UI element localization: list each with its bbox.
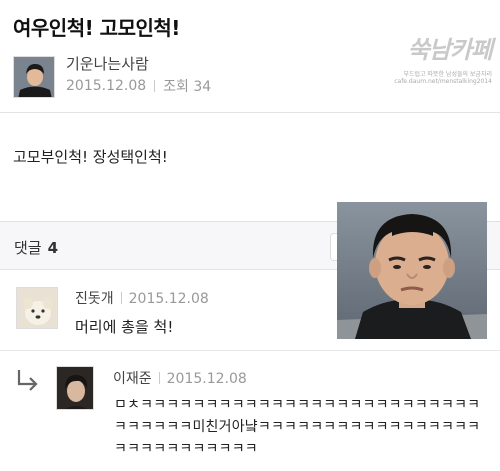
comment-date: 2015.12.08 bbox=[128, 291, 209, 307]
comment-meta: 이재준 2015.12.08 bbox=[113, 368, 247, 388]
post-meta: 2015.12.08 조회 34 bbox=[66, 76, 211, 96]
reply-item: 이재준 2015.12.08 ㅁㅊㅋㅋㅋㅋㅋㅋㅋㅋㅋㅋㅋㅋㅋㅋㅋㅋㅋㅋㅋㅋㅋㅋㅋㅋ… bbox=[0, 352, 500, 471]
cafe-logo-tagline: 부드럽고 따뜻한 남성들의 보금자리 bbox=[403, 71, 492, 78]
post-date: 2015.12.08 bbox=[66, 78, 147, 94]
meta-divider bbox=[158, 372, 160, 384]
author-avatar[interactable] bbox=[13, 56, 55, 98]
comment-text: ㅁㅊㅋㅋㅋㅋㅋㅋㅋㅋㅋㅋㅋㅋㅋㅋㅋㅋㅋㅋㅋㅋㅋㅋㅋㅋㅋㅋㅋㅋㅋㅋㅋㅋ미친거아냨ㅋ… bbox=[114, 397, 481, 457]
commenter-name[interactable]: 이재준 bbox=[113, 371, 152, 387]
author-name[interactable]: 기운나는사람 bbox=[66, 53, 149, 74]
post-views: 조회 34 bbox=[163, 79, 212, 95]
reply-arrow-icon bbox=[17, 370, 38, 391]
post-title: 여우인척! 고모인척! bbox=[13, 16, 180, 40]
overlay-photo bbox=[337, 202, 487, 339]
comment-meta: 진돗개 2015.12.08 bbox=[75, 288, 209, 308]
meta-divider bbox=[120, 292, 122, 304]
commenter-avatar[interactable] bbox=[16, 287, 58, 329]
commenter-avatar[interactable] bbox=[56, 366, 94, 410]
cafe-logo-title: 쑥남카페 bbox=[407, 35, 493, 64]
commenter-name[interactable]: 진돗개 bbox=[75, 291, 114, 307]
comments-count: 4 bbox=[47, 239, 59, 257]
comments-label-text: 댓글 bbox=[14, 239, 42, 257]
comments-label: 댓글 4 bbox=[14, 237, 58, 258]
post-body: 고모부인척! 장성택인척! bbox=[13, 148, 168, 166]
comment-text: 머리에 총을 척! bbox=[75, 318, 174, 336]
meta-divider bbox=[154, 80, 156, 92]
cafe-logo: 쑥남카페 부드럽고 따뜻한 남성들의 보금자리 cafe.daum.net/me… bbox=[388, 30, 493, 92]
post-header: 여우인척! 고모인척! 기운나는사람 2015.12.08 조회 34 쑥남카페… bbox=[0, 0, 500, 113]
comment-date: 2015.12.08 bbox=[166, 371, 247, 387]
cafe-logo-url: cafe.daum.net/menstalking2014 bbox=[394, 78, 492, 85]
